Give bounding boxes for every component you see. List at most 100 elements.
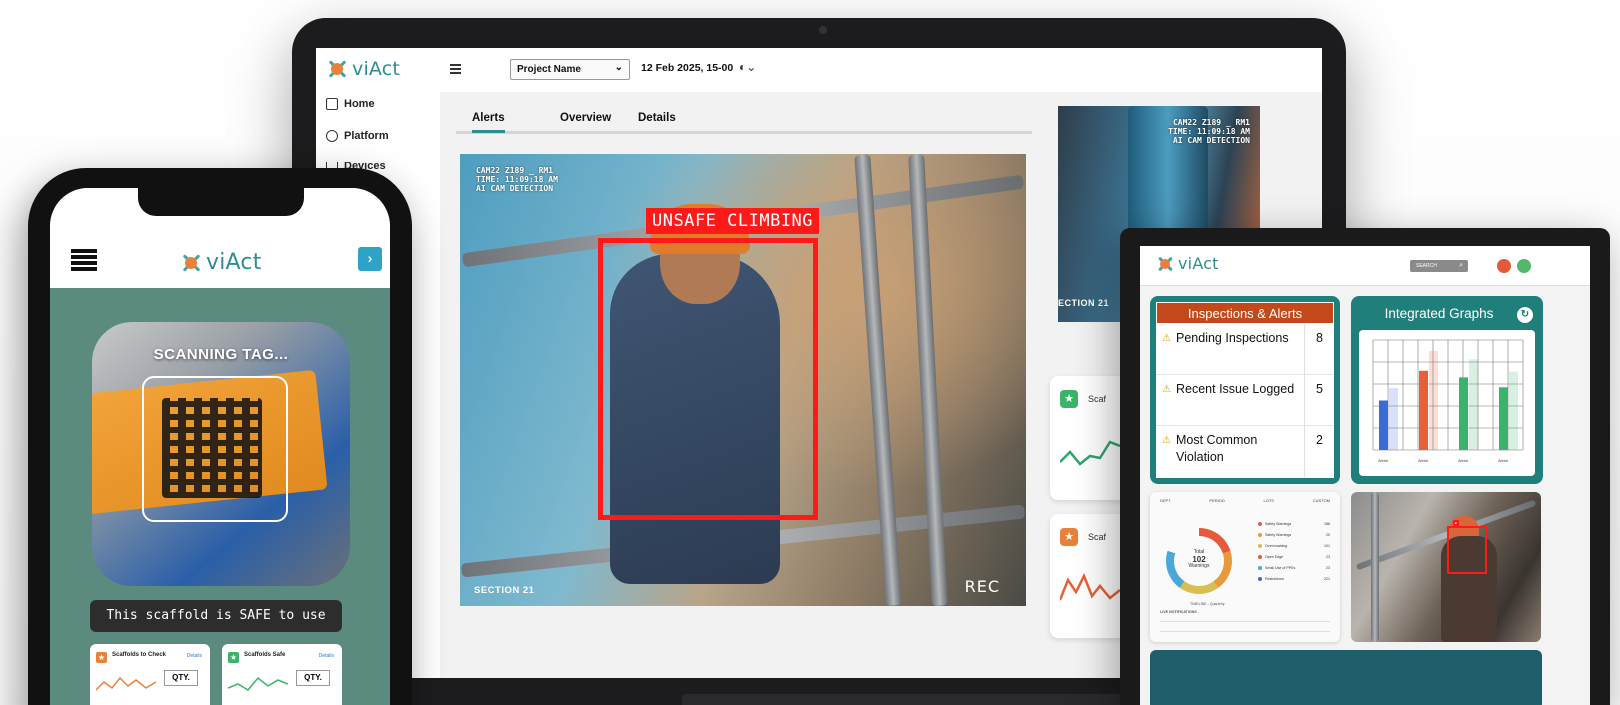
total-sub: Warnings xyxy=(1188,563,1210,570)
legend-value: 221 xyxy=(1324,577,1330,581)
tablet-camera-snapshot[interactable]: ■ xyxy=(1351,492,1541,642)
scaffold-pole xyxy=(908,154,948,606)
search-input[interactable]: SEARCH ⌕ xyxy=(1410,260,1468,272)
star-icon: ★ xyxy=(1060,528,1078,546)
laptop-logo[interactable]: viAct xyxy=(326,58,400,80)
chevron-down-icon: ⌄ xyxy=(614,62,623,73)
ok-status-dot[interactable] xyxy=(1517,259,1531,273)
legend-item: Small Use of PPEs 23 xyxy=(1258,566,1330,571)
legend-value: 23 xyxy=(1326,555,1330,559)
side-card-scaffold[interactable]: ★ Scaf xyxy=(1050,376,1130,500)
phone-device: viAct › SCANNING TAG... This scaffold is… xyxy=(28,168,412,705)
tab-custom[interactable]: CUSTOM xyxy=(1313,498,1330,503)
tab-dept[interactable]: DEPT xyxy=(1160,498,1171,503)
tab-alerts[interactable]: Alerts xyxy=(472,112,505,133)
tab-period[interactable]: PERIOD xyxy=(1209,498,1224,503)
viact-logo-icon xyxy=(326,58,348,80)
qr-scan-view[interactable]: SCANNING TAG... xyxy=(92,322,350,586)
legend-dot xyxy=(1258,522,1262,527)
legend-dot xyxy=(1258,577,1262,582)
phone-logo[interactable]: viAct xyxy=(180,250,262,275)
bar-label: Week xyxy=(1418,458,1428,463)
bar-chart-svg: Week Week Week Week xyxy=(1372,339,1524,463)
row-label: Most Common Violation xyxy=(1176,433,1258,464)
chart-bar-ghost xyxy=(1469,359,1478,450)
tablet-logo[interactable]: viAct xyxy=(1156,254,1219,273)
tab-lots[interactable]: LOTS xyxy=(1264,498,1274,503)
chart-bar xyxy=(1419,370,1428,450)
list-item[interactable]: ⚠ Recent Issue Logged 5 xyxy=(1156,375,1334,426)
home-icon xyxy=(326,98,338,110)
legend-value: 20 xyxy=(1326,533,1330,537)
legend-label: Safety Warnings xyxy=(1265,522,1292,526)
scaffold-pole xyxy=(854,154,902,606)
panel-title: Inspections & Alerts xyxy=(1156,302,1334,324)
cam-id: CAM22 Z189 _ RM1 xyxy=(1172,118,1250,127)
legend-label: Open Edge xyxy=(1265,555,1284,559)
notification-row[interactable] xyxy=(1160,618,1330,622)
chart-bar xyxy=(1459,377,1468,450)
detection-box xyxy=(598,238,818,520)
sidebar-item-home[interactable]: Home xyxy=(326,98,375,110)
logo-text: viAct xyxy=(206,250,262,275)
card-scaffolds-to-check[interactable]: ★ Scaffolds to Check Details QTY. xyxy=(90,644,210,705)
chart-bar-ghost xyxy=(1389,388,1398,450)
notifications-title: LIVE NOTIFICATIONS xyxy=(1160,610,1197,614)
main-camera-feed[interactable]: UNSAFE CLIMBING CAM22 Z189 _ RM1 TIME: 1… xyxy=(460,154,1026,606)
card-scaffolds-safe[interactable]: ★ Scaffolds Safe Details QTY. xyxy=(222,644,342,705)
panel-title: Integrated Graphs xyxy=(1384,306,1494,321)
warning-icon: ⚠ xyxy=(1162,384,1171,395)
refresh-icon[interactable]: ↻ xyxy=(1517,307,1533,323)
logo-text: viAct xyxy=(352,58,401,80)
details-link[interactable]: Details xyxy=(319,653,334,659)
legend-dot xyxy=(1258,566,1262,571)
legend-item: Safety Warnings 20 xyxy=(1258,533,1330,538)
tab-overview[interactable]: Overview xyxy=(560,112,611,124)
chart-bar xyxy=(1499,387,1508,450)
cam-mode: AI CAM DETECTION xyxy=(1172,136,1250,146)
menu-icon[interactable] xyxy=(450,64,461,74)
sparkline xyxy=(1060,440,1120,466)
project-select[interactable]: Project Name ⌄ xyxy=(510,59,630,80)
cam-time: TIME: 11:09:18 AM xyxy=(476,175,558,185)
star-icon: ★ xyxy=(1060,390,1078,408)
legend-dot xyxy=(1258,544,1262,549)
cam-time: TIME: 11:09:18 AM xyxy=(1168,127,1250,137)
side-card-scaffold[interactable]: ★ Scaf xyxy=(1050,514,1130,638)
donut-center: Total 102 Warnings xyxy=(1174,536,1224,586)
sidebar-item-platform[interactable]: Platform xyxy=(326,130,389,142)
card-title: Scaffolds Safe xyxy=(244,652,286,658)
scan-status: SCANNING TAG... xyxy=(153,346,289,363)
camera-metadata: CAM22 Z189 _ RM1 TIME: 11:09:18 AM AI CA… xyxy=(476,166,558,194)
legend-dot xyxy=(1258,533,1262,538)
platform-icon xyxy=(326,130,338,142)
language-globe-icon[interactable]: ◐⌄ xyxy=(739,60,756,74)
legend-label: Overcrowding xyxy=(1265,544,1288,548)
row-value: 5 xyxy=(1304,375,1334,426)
dashboard-tabs: DEPT PERIOD LOTS CUSTOM xyxy=(1160,498,1330,503)
qty-field[interactable]: QTY. xyxy=(164,670,198,686)
scaffold-pole xyxy=(1371,492,1379,642)
tab-details[interactable]: Details xyxy=(638,112,676,124)
cam-id: CAM22 Z189 _ RM1 xyxy=(476,166,554,175)
search-placeholder: SEARCH xyxy=(1416,263,1437,269)
phone-header: viAct › xyxy=(50,188,390,288)
legend-value: 101 xyxy=(1324,544,1330,548)
row-label: Recent Issue Logged xyxy=(1176,382,1295,396)
scan-frame xyxy=(142,376,288,522)
hamburger-menu-icon[interactable] xyxy=(71,249,97,271)
sparkline xyxy=(228,676,288,691)
list-item[interactable]: ⚠ Most Common Violation 2 xyxy=(1156,426,1334,477)
star-icon: ★ xyxy=(228,652,239,663)
details-link[interactable]: Details xyxy=(187,653,202,659)
list-item[interactable]: ⚠ Pending Inspections 8 xyxy=(1156,324,1334,375)
legend-value: 186 xyxy=(1324,522,1330,526)
alert-status-dot[interactable] xyxy=(1497,259,1511,273)
tablet-bottom-panel xyxy=(1150,650,1542,705)
chevron-right-icon[interactable]: › xyxy=(358,247,382,271)
chart-bar-ghost xyxy=(1509,371,1518,450)
qty-field[interactable]: QTY. xyxy=(296,670,330,686)
phone-screen: viAct › SCANNING TAG... This scaffold is… xyxy=(50,188,390,705)
detection-label: UNSAFE CLIMBING xyxy=(646,208,820,234)
notification-row[interactable] xyxy=(1160,628,1330,632)
